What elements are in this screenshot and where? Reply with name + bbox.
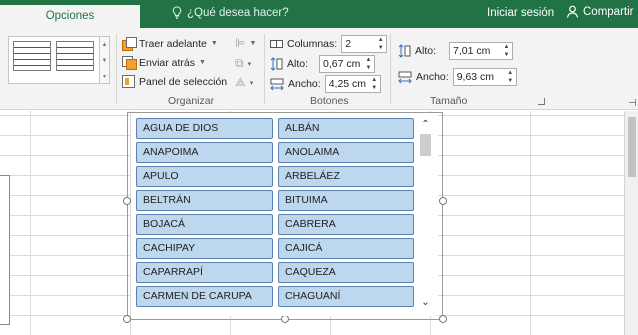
rotate-button: ⟁ ▾: [235, 75, 253, 90]
spin-arrows[interactable]: ▲ ▼: [364, 56, 373, 72]
title-tab-bar: Opciones ¿Qué desea hacer? Iniciar sesió…: [0, 0, 638, 28]
chevron-down-icon: ▼: [249, 39, 257, 47]
slicer-item[interactable]: ARBELÁEZ: [278, 166, 414, 187]
selection-pane-label: Panel de selección: [139, 75, 228, 88]
resize-handle-right[interactable]: [439, 197, 447, 205]
slicer-item[interactable]: CAPARRAPÍ: [136, 262, 273, 283]
slicer-items-list: AGUA DE DIOS ALBÁN ANAPOIMA ANOLAIMA APU…: [131, 113, 438, 316]
slicer-style-swatch[interactable]: [56, 41, 94, 71]
send-backward-icon: [122, 56, 137, 70]
chevron-down-icon: ▼: [210, 40, 218, 47]
bring-forward-button[interactable]: Traer adelante ▼: [122, 37, 218, 51]
slicer-scrollbar[interactable]: ⌃ ⌄: [417, 116, 434, 314]
gallery-scroll[interactable]: ▲ ▼ ▾: [99, 37, 109, 83]
resize-handle-bottom-right[interactable]: [439, 315, 447, 323]
width-icon: [270, 78, 284, 90]
slicer-item[interactable]: ALBÁN: [278, 118, 414, 139]
width-icon: [398, 71, 412, 83]
align-button[interactable]: ⊫ ▼: [235, 36, 256, 50]
slicer-height-control: Alto: 7,01 cm ▲ ▼: [398, 42, 514, 60]
slicer-item[interactable]: ANAPOIMA: [136, 142, 273, 163]
spin-arrows[interactable]: ▲ ▼: [370, 76, 379, 92]
columns-label: Columnas:: [287, 38, 338, 50]
ribbon: ▲ ▼ ▾ Traer adelante ▼ Enviar atrás ▼ Pane…: [0, 28, 638, 110]
slicer-width-control: Ancho: 9,63 cm ▲ ▼: [398, 68, 517, 86]
group-button: ⧉ ▾: [235, 56, 251, 71]
group-separator: [264, 34, 265, 104]
tell-me-text: ¿Qué desea hacer?: [187, 6, 289, 19]
slicer-item[interactable]: ANOLAIMA: [278, 142, 414, 163]
bring-forward-icon: [122, 37, 137, 51]
slicer-item[interactable]: BITUIMA: [278, 190, 414, 211]
tab-opciones[interactable]: Opciones: [0, 5, 140, 28]
resize-handle-left[interactable]: [123, 197, 131, 205]
align-icon: ⊫: [235, 36, 246, 50]
signin-link[interactable]: Iniciar sesión: [487, 7, 554, 19]
slicer-style-swatch[interactable]: [13, 41, 51, 71]
bring-forward-label: Traer adelante: [139, 37, 207, 50]
dialog-launcher-icon[interactable]: [538, 98, 545, 105]
group-label-organizar: Organizar: [168, 95, 215, 107]
height-icon: [270, 57, 283, 71]
slicer-scrollbar-thumb[interactable]: [420, 134, 431, 156]
slicer-item[interactable]: BOJACÁ: [136, 214, 273, 235]
chevron-down-icon: ▼: [199, 59, 206, 66]
group-separator: [390, 34, 391, 104]
slicer-item[interactable]: APULO: [136, 166, 273, 187]
slicer-item[interactable]: CARMEN DE CARUPA: [136, 286, 273, 307]
rotate-icon: ⟁: [235, 75, 246, 89]
height-icon: [398, 44, 411, 58]
selection-pane-icon: [122, 75, 135, 88]
slicer-item[interactable]: AGUA DE DIOS: [136, 118, 273, 139]
group-icon: ⧉: [235, 56, 244, 70]
share-label: Compartir: [583, 5, 634, 18]
vertical-scrollbar[interactable]: [624, 111, 638, 335]
button-height-control: Alto: 0,67 cm ▲ ▼: [270, 55, 376, 73]
slicer-item[interactable]: CABRERA: [278, 214, 414, 235]
share-button[interactable]: Compartir: [566, 5, 633, 18]
slicer-height-label: Alto:: [415, 45, 437, 57]
group-label-botones: Botones: [310, 95, 349, 107]
vertical-scrollbar-thumb[interactable]: [628, 117, 636, 177]
resize-handle-bottom-left[interactable]: [123, 315, 131, 323]
button-height-label: Alto:: [287, 58, 309, 70]
columns-icon: [270, 40, 283, 48]
slicer-styles-gallery[interactable]: ▲ ▼ ▾: [8, 36, 110, 84]
send-backward-label: Enviar atrás: [139, 56, 196, 69]
person-icon: [566, 5, 579, 18]
lightbulb-icon: [172, 6, 182, 19]
excel-window: Opciones ¿Qué desea hacer? Iniciar sesió…: [0, 0, 638, 335]
slicer-item[interactable]: CACHIPAY: [136, 238, 273, 259]
spin-arrows[interactable]: ▲ ▼: [506, 69, 515, 85]
tell-me-box[interactable]: ¿Qué desea hacer?: [172, 6, 289, 19]
slicer-width-input[interactable]: 9,63 cm ▲ ▼: [452, 68, 517, 86]
selection-pane-button[interactable]: Panel de selección: [122, 75, 227, 88]
columns-control: Columnas: 2 ▲ ▼: [270, 35, 388, 53]
chevron-up-icon[interactable]: ⌃: [417, 118, 434, 132]
chevron-down-icon: ▾: [247, 60, 252, 68]
slicer-item[interactable]: CAJICÁ: [278, 238, 414, 259]
slicer-height-input[interactable]: 7,01 cm ▲ ▼: [449, 42, 514, 60]
slicer-item[interactable]: BELTRÁN: [136, 190, 273, 211]
spin-arrows[interactable]: ▲ ▼: [376, 36, 385, 52]
chevron-down-icon: ▾: [249, 79, 254, 87]
button-width-label: Ancho:: [288, 78, 321, 90]
button-width-control: Ancho: 4,25 cm ▲ ▼: [270, 75, 381, 93]
slicer-item[interactable]: CAQUEZA: [278, 262, 414, 283]
send-backward-button[interactable]: Enviar atrás ▼: [122, 56, 206, 70]
button-height-input[interactable]: 0,67 cm ▲ ▼: [319, 55, 376, 73]
slicer-width-label: Ancho:: [416, 71, 449, 83]
columns-input[interactable]: 2 ▲ ▼: [341, 35, 388, 53]
chevron-down-icon[interactable]: ⌄: [417, 296, 434, 310]
group-separator: [116, 34, 117, 104]
group-label-tamano: Tamaño: [430, 95, 468, 107]
pin-ribbon-icon[interactable]: ⊣: [628, 98, 637, 109]
button-width-input[interactable]: 4,25 cm ▲ ▼: [324, 75, 381, 93]
resize-handle-bottom[interactable]: [281, 315, 289, 323]
spin-arrows[interactable]: ▲ ▼: [502, 43, 511, 59]
slicer-item[interactable]: CHAGUANÍ: [278, 286, 414, 307]
other-shape-edge[interactable]: [0, 175, 10, 325]
